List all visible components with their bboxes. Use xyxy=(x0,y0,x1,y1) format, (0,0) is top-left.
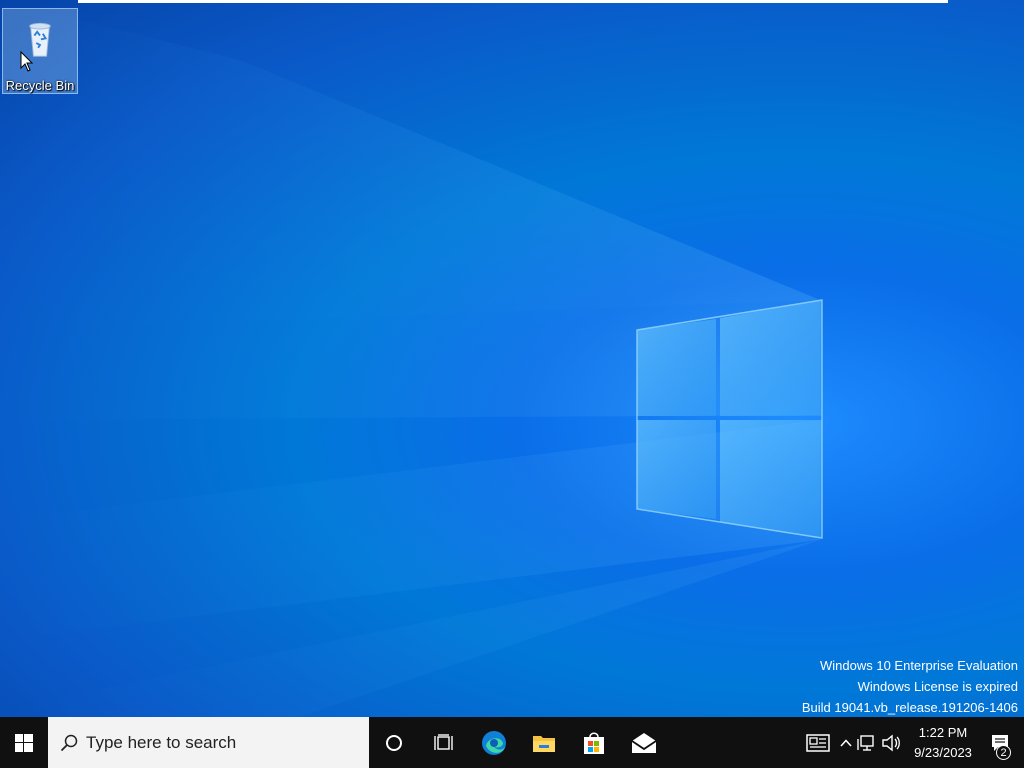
search-box[interactable]: Type here to search xyxy=(48,717,369,768)
watermark-edition: Windows 10 Enterprise Evaluation xyxy=(820,658,1018,673)
watermark-license: Windows License is expired xyxy=(857,679,1018,694)
mail-button[interactable] xyxy=(619,717,669,768)
microsoft-store-icon xyxy=(584,732,604,754)
mouse-cursor-icon xyxy=(20,51,34,72)
clock[interactable]: 1:22 PM 9/23/2023 xyxy=(904,723,982,763)
notification-count-badge: 2 xyxy=(996,745,1011,760)
file-explorer-icon xyxy=(533,735,555,752)
clock-date: 9/23/2023 xyxy=(914,744,972,760)
chevron-up-icon xyxy=(840,738,852,747)
mail-icon xyxy=(631,732,657,753)
microsoft-store-button[interactable] xyxy=(569,717,619,768)
clock-time: 1:22 PM xyxy=(918,724,968,740)
network-button[interactable] xyxy=(854,717,878,768)
activation-watermark: Windows 10 Enterprise Evaluation Windows… xyxy=(802,655,1018,718)
task-view-icon xyxy=(434,733,453,750)
start-button[interactable] xyxy=(0,717,48,768)
cortana-icon xyxy=(386,734,402,751)
news-and-interests-button[interactable] xyxy=(798,717,838,768)
top-bar xyxy=(78,0,948,3)
recycle-bin-label: Recycle Bin xyxy=(5,78,75,93)
system-tray: 1:22 PM 9/23/2023 2 xyxy=(798,717,1024,768)
windows-logo-icon xyxy=(15,733,33,752)
desktop[interactable]: Recycle Bin Windows 10 Enterprise Evalua… xyxy=(0,0,1024,768)
search-placeholder: Type here to search xyxy=(86,732,237,752)
search-icon xyxy=(60,734,78,751)
edge-icon xyxy=(482,730,506,755)
show-hidden-icons-button[interactable] xyxy=(838,717,854,768)
file-explorer-button[interactable] xyxy=(519,717,569,768)
news-icon xyxy=(806,733,830,752)
network-icon xyxy=(857,734,874,751)
taskbar: Type here to search 1:22 PM 9/23/2023 2 xyxy=(0,717,1024,768)
edge-button[interactable] xyxy=(469,717,519,768)
cortana-button[interactable] xyxy=(369,717,419,768)
wallpaper xyxy=(0,0,823,717)
volume-button[interactable] xyxy=(878,717,904,768)
desktop-icon-recycle-bin[interactable]: Recycle Bin xyxy=(2,8,78,94)
speaker-icon xyxy=(882,734,900,751)
action-center-button[interactable]: 2 xyxy=(982,717,1024,768)
task-view-button[interactable] xyxy=(419,717,469,768)
watermark-build: Build 19041.vb_release.191206-1406 xyxy=(801,700,1018,715)
windows-logo-glass xyxy=(636,299,823,539)
